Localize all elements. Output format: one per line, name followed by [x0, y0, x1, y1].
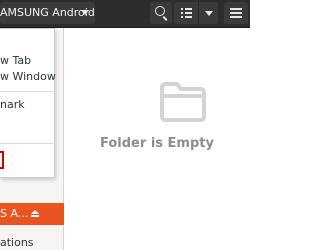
empty-state-label: Folder is Empty: [100, 136, 214, 151]
sidebar-item-label: ations: [0, 236, 34, 249]
path-location-button[interactable]: AMSUNG Android: [0, 2, 95, 24]
main-menu-button[interactable]: [224, 2, 248, 24]
search-button[interactable]: [150, 2, 172, 24]
sidebar-item-samsung-android[interactable]: S A...: [0, 203, 64, 225]
file-view[interactable]: Folder is Empty: [64, 28, 250, 250]
context-menu: w Tab w Window nark: [0, 28, 56, 178]
hamburger-menu-icon: [230, 8, 242, 18]
menu-item-new-window[interactable]: w Window: [0, 69, 56, 85]
sidebar-item-applications[interactable]: ations: [0, 236, 34, 249]
menu-item-label: nark: [0, 98, 25, 111]
folder-icon: [160, 82, 206, 122]
menu-separator: [0, 143, 55, 144]
highlight-marker: [0, 151, 4, 169]
menu-item-label: w Window: [0, 70, 56, 83]
list-view-icon: [181, 8, 192, 18]
chevron-down-icon: [81, 10, 89, 15]
menu-item-new-tab[interactable]: w Tab: [0, 53, 31, 69]
chevron-down-icon: [205, 11, 213, 16]
view-toggle-button[interactable]: [174, 2, 198, 24]
menu-item-bookmark[interactable]: nark: [0, 97, 25, 113]
menu-item-label: w Tab: [0, 54, 32, 67]
eject-icon[interactable]: [31, 210, 39, 218]
header-bar: AMSUNG Android: [0, 0, 250, 28]
sidebar-item-label: S A...: [0, 207, 29, 220]
view-options-button[interactable]: [198, 2, 218, 24]
search-icon: [155, 6, 165, 16]
menu-separator: [0, 91, 55, 92]
